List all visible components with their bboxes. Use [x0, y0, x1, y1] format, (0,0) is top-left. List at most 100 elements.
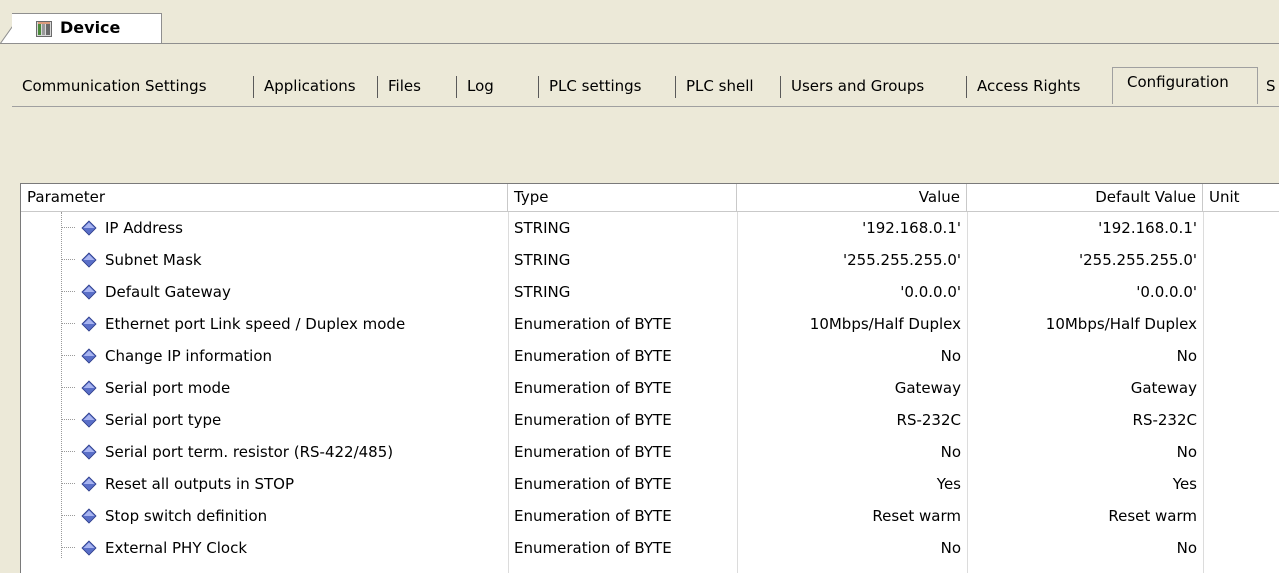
tab-applications[interactable]: Applications: [254, 71, 378, 101]
parameter-type: Enumeration of BYTE: [514, 347, 672, 365]
tabbar-divider: [12, 106, 1279, 107]
parameter-unit: [1203, 212, 1279, 244]
table-row[interactable]: Reset all outputs in STOP Enumeration of …: [21, 468, 1279, 500]
parameter-name: IP Address: [105, 219, 183, 237]
header-label: Unit: [1209, 188, 1240, 206]
parameter-type: STRING: [514, 251, 571, 269]
tree-branch: [61, 483, 75, 484]
parameter-icon: [81, 508, 97, 524]
tree-branch: [61, 227, 75, 228]
table-row[interactable]: Ethernet port Link speed / Duplex mode En…: [21, 308, 1279, 340]
table-row[interactable]: Subnet Mask STRING '255.255.255.0' '255.255…: [21, 244, 1279, 276]
device-icon: [36, 21, 52, 37]
tab-label: S: [1266, 77, 1276, 95]
parameter-type: Enumeration of BYTE: [514, 475, 672, 493]
table-row[interactable]: Serial port term. resistor (RS-422/485) E…: [21, 436, 1279, 468]
tab-label: PLC settings: [549, 77, 642, 95]
parameter-type: Enumeration of BYTE: [514, 539, 672, 557]
column-header-default-value[interactable]: Default Value: [967, 184, 1203, 211]
tab-label: Applications: [264, 77, 356, 95]
parameter-default-value: RS-232C: [1132, 411, 1197, 429]
tree-branch: [61, 323, 75, 324]
parameter-icon: [81, 284, 97, 300]
parameter-type: Enumeration of BYTE: [514, 379, 672, 397]
parameter-icon: [81, 540, 97, 556]
tab-plc-settings[interactable]: PLC settings: [539, 71, 676, 101]
parameter-name: Subnet Mask: [105, 251, 202, 269]
parameter-default-value: Gateway: [1130, 379, 1197, 397]
document-tab-strip: Device: [0, 0, 1279, 44]
tree-branch: [61, 387, 75, 388]
editor-tabbar: Communication Settings Applications File…: [12, 67, 1279, 104]
parameter-name: Default Gateway: [105, 283, 231, 301]
parameter-name: Serial port type: [105, 411, 222, 429]
column-header-value[interactable]: Value: [737, 184, 967, 211]
tab-label: Users and Groups: [791, 77, 925, 95]
device-tab-label: Device: [60, 18, 121, 37]
column-header-type[interactable]: Type: [508, 184, 737, 211]
device-document-tab[interactable]: Device: [12, 13, 162, 44]
tab-log[interactable]: Log: [457, 71, 539, 101]
parameter-name: Serial port term. resistor (RS-422/485): [105, 443, 394, 461]
parameter-icon: [81, 412, 97, 428]
tab-label: Configuration: [1127, 73, 1229, 91]
parameter-default-value: No: [1176, 539, 1197, 557]
header-label: Default Value: [1095, 188, 1196, 206]
parameter-default-value: Reset warm: [1108, 507, 1197, 525]
parameter-unit: [1203, 436, 1279, 468]
parameter-icon: [81, 348, 97, 364]
parameter-unit: [1203, 276, 1279, 308]
parameter-name: Reset all outputs in STOP: [105, 475, 295, 493]
table-row[interactable]: Serial port mode Enumeration of BYTE Gatew…: [21, 372, 1279, 404]
parameter-value: '255.255.255.0': [843, 251, 961, 269]
parameter-unit: [1203, 372, 1279, 404]
parameter-value: No: [940, 539, 961, 557]
parameter-default-value: 10Mbps/Half Duplex: [1045, 315, 1197, 333]
parameter-name: Serial port mode: [105, 379, 231, 397]
tab-s[interactable]: S: [1258, 71, 1279, 101]
tree-branch: [61, 355, 75, 356]
parameter-icon: [81, 316, 97, 332]
tree-branch: [61, 291, 75, 292]
table-row[interactable]: Default Gateway STRING '0.0.0.0' '0.0.0.0': [21, 276, 1279, 308]
table-row[interactable]: Change IP information Enumeration of BYTE…: [21, 340, 1279, 372]
tab-plc-shell[interactable]: PLC shell: [676, 71, 781, 101]
parameter-type: Enumeration of BYTE: [514, 411, 672, 429]
parameter-name: Stop switch definition: [105, 507, 268, 525]
parameter-name: Change IP information: [105, 347, 273, 365]
parameter-default-value: Yes: [1172, 475, 1197, 493]
parameter-icon: [81, 476, 97, 492]
parameter-default-value: No: [1176, 347, 1197, 365]
parameter-unit: [1203, 308, 1279, 340]
parameter-value: Reset warm: [872, 507, 961, 525]
tab-communication-settings[interactable]: Communication Settings: [12, 71, 254, 101]
parameter-value: '0.0.0.0': [900, 283, 961, 301]
tab-files[interactable]: Files: [378, 71, 457, 101]
column-header-unit[interactable]: Unit: [1203, 184, 1279, 211]
tab-label: Files: [388, 77, 421, 95]
parameter-value: 10Mbps/Half Duplex: [809, 315, 961, 333]
table-header: Parameter Type Value Default Value Unit: [21, 184, 1279, 212]
parameter-type: Enumeration of BYTE: [514, 507, 672, 525]
parameter-icon: [81, 252, 97, 268]
tab-configuration[interactable]: Configuration: [1112, 67, 1258, 104]
table-row[interactable]: Serial port type Enumeration of BYTE RS-23…: [21, 404, 1279, 436]
parameter-default-value: '0.0.0.0': [1136, 283, 1197, 301]
table-row[interactable]: Stop switch definition Enumeration of BYT…: [21, 500, 1279, 532]
parameter-type: STRING: [514, 219, 571, 237]
parameter-name: External PHY Clock: [105, 539, 248, 557]
parameter-unit: [1203, 244, 1279, 276]
column-header-parameter[interactable]: Parameter: [21, 184, 508, 211]
table-row[interactable]: External PHY Clock Enumeration of BYTE No N…: [21, 532, 1279, 564]
parameter-value: RS-232C: [896, 411, 961, 429]
configuration-table: Parameter Type Value Default Value Unit …: [20, 183, 1279, 573]
tab-label: Communication Settings: [22, 77, 207, 95]
parameter-type: Enumeration of BYTE: [514, 315, 672, 333]
tab-access-rights[interactable]: Access Rights: [967, 71, 1112, 101]
table-row[interactable]: IP Address STRING '192.168.0.1' '192.168.0.…: [21, 212, 1279, 244]
parameter-type: Enumeration of BYTE: [514, 443, 672, 461]
tab-users-and-groups[interactable]: Users and Groups: [781, 71, 967, 101]
tree-branch: [61, 451, 75, 452]
parameter-type: STRING: [514, 283, 571, 301]
parameter-value: No: [940, 443, 961, 461]
